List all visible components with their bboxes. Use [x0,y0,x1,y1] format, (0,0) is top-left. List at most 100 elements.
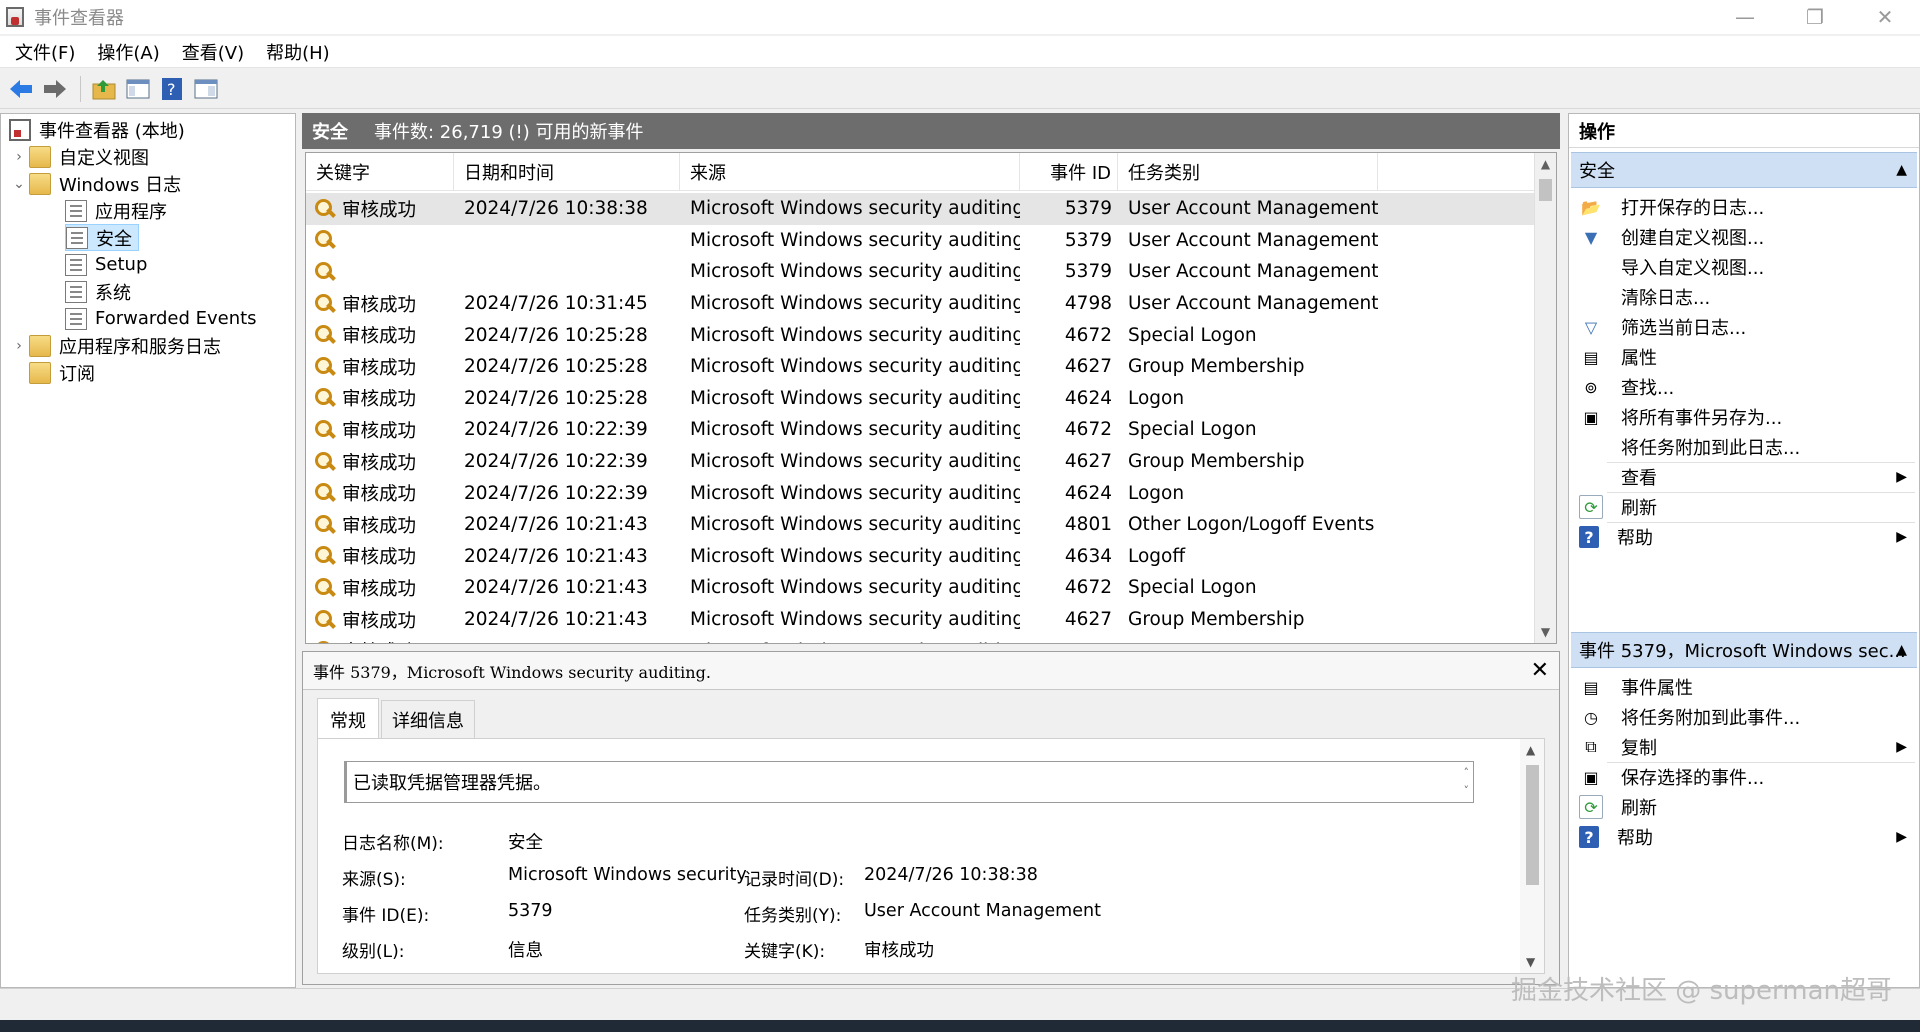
action-item[interactable]: ⟳ 刷新 [1571,490,1917,524]
copy-icon: ⧉ [1585,737,1597,756]
cell-keyword-text: 审核成功 [342,547,417,569]
scroll-up-icon[interactable]: ▲ [1526,743,1535,757]
tree-item-custom-views[interactable]: › 自定义视图 [9,143,149,170]
tree-item-app-service-logs[interactable]: › 应用程序和服务日志 [9,332,221,359]
action-item[interactable]: ▤ 事件属性 [1571,670,1917,704]
forward-arrow-icon[interactable] [40,74,70,104]
tree-item-root[interactable]: 事件查看器 (本地) [9,116,185,143]
show-hide-action-pane-icon[interactable] [191,74,221,104]
show-hide-console-tree-icon[interactable] [123,74,153,104]
action-item[interactable]: ▼ 创建自定义视图... [1571,220,1917,254]
tree-item-system[interactable]: 系统 [65,278,131,305]
scroll-thumb[interactable] [1526,765,1539,885]
action-item[interactable]: ◷ 将任务附加到此事件... [1571,700,1917,734]
action-item[interactable]: 📂 打开保存的日志... [1571,190,1917,224]
table-row[interactable]: 审核成功2024/7/26 10:21:43Microsoft Windows … [306,604,1536,636]
table-row[interactable]: 审核成功2024/7/26 10:21:43Microsoft Windows … [306,541,1536,573]
action-item[interactable]: 将任务附加到此日志... [1571,430,1917,464]
action-item[interactable]: ⊚ 查找... [1571,370,1917,404]
cell-event-id: 4801 [1064,514,1112,536]
restore-button[interactable]: ❐ [1780,0,1850,34]
cell-source: Microsoft Windows security auditing. [690,261,1020,283]
tree-item-windows-logs[interactable]: ⌄ Windows 日志 [9,170,181,197]
actions-section-event[interactable]: 事件 5379，Microsoft Windows sec... ▲ [1571,632,1917,668]
action-item[interactable]: ▣ 将所有事件另存为... [1571,400,1917,434]
action-item[interactable]: ▽ 筛选当前日志... [1571,310,1917,344]
audit-key-icon [314,640,336,643]
action-item[interactable]: 查看 ▶ [1571,460,1917,494]
table-row[interactable]: 审核成功 2024/7/26 10:31:45 Microsoft Windows … [306,288,1536,320]
table-row[interactable]: 审核成功2024/7/26 10:21:43Microsoft Windows … [306,635,1536,643]
event-description[interactable]: 已读取凭据管理器凭据。 ˄ ˅ [344,761,1474,803]
menu-view[interactable]: 查看(V) [171,39,255,65]
tree-label-system: 系统 [95,282,131,304]
refresh-icon: ⟳ [1579,795,1603,819]
chevron-right-icon[interactable]: › [9,338,29,354]
action-label: 将所有事件另存为... [1621,408,1783,429]
close-icon[interactable]: ✕ [1531,658,1549,683]
tree-item-subscriptions[interactable]: 订阅 [29,359,95,386]
column-header-source[interactable]: 来源 [680,153,1020,191]
action-item[interactable]: 清除日志... [1571,280,1917,314]
column-header-task-category[interactable]: 任务类别 [1118,153,1378,191]
action-label: 复制 [1621,738,1657,759]
description-scroll-icon[interactable]: ˄ ˅ [1464,764,1470,800]
close-window-button[interactable]: ✕ [1850,0,1920,34]
help-icon[interactable]: ? [157,74,187,104]
cell-keyword: 审核成功 [306,196,454,222]
column-header-event-id[interactable]: 事件 ID [1020,153,1118,191]
action-item[interactable]: ▤ 属性 [1571,340,1917,374]
menu-file[interactable]: 文件(F) [4,39,86,65]
action-item[interactable]: ▣ 保存选择的事件... [1571,760,1917,794]
table-row[interactable]: 审核成功 2024/7/26 10:38:38 Microsoft Windows … [306,193,1536,225]
action-label: 属性 [1621,348,1657,369]
menu-action[interactable]: 操作(A) [86,39,170,65]
table-row[interactable]: Microsoft Windows security auditing. 5379… [306,225,1536,257]
tree-item-forwarded-events[interactable]: Forwarded Events [65,305,257,332]
detail-scrollbar[interactable]: ▲ ▼ [1520,739,1544,973]
scroll-up-icon[interactable]: ▲ [1535,153,1556,175]
events-scrollbar[interactable]: ▲ ▼ [1534,153,1556,643]
chevron-down-icon[interactable]: ⌄ [9,176,29,192]
table-row[interactable]: Microsoft Windows security auditing. 5379… [306,256,1536,288]
tab-general[interactable]: 常规 [317,698,379,741]
scroll-down-icon[interactable]: ▼ [1526,955,1535,969]
action-item[interactable]: ? 帮助 ▶ [1571,820,1917,854]
title-bar: 事件查看器 — ❐ ✕ [0,0,1920,34]
tab-details[interactable]: 详细信息 [381,700,475,741]
collapse-icon[interactable]: ▲ [1896,642,1907,658]
menu-help[interactable]: 帮助(H) [255,39,341,65]
table-row[interactable]: 审核成功 2024/7/26 10:25:28 Microsoft Windows … [306,351,1536,383]
help-icon: ? [1579,526,1599,548]
cell-source: Microsoft Windows security auditing. [690,324,1020,346]
action-item[interactable]: ⟳ 刷新 [1571,790,1917,824]
action-label: 查找... [1621,378,1675,399]
scroll-thumb[interactable] [1539,179,1552,201]
cell-keyword-text: 审核成功 [342,638,416,643]
collapse-icon[interactable]: ▲ [1896,162,1907,178]
column-header-date[interactable]: 日期和时间 [454,153,680,191]
column-header-keywords[interactable]: 关键字 [306,153,454,191]
cell-keyword: 审核成功 [306,449,454,475]
action-item[interactable]: ⧉ 复制 ▶ [1571,730,1917,764]
table-row[interactable]: 审核成功 2024/7/26 10:22:39 Microsoft Windows … [306,477,1536,509]
actions-section-security[interactable]: 安全 ▲ [1571,152,1917,188]
up-folder-icon[interactable] [89,74,119,104]
tree-item-application[interactable]: 应用程序 [65,197,167,224]
tree-item-setup[interactable]: Setup [65,251,147,278]
action-item[interactable]: ? 帮助 ▶ [1571,520,1917,554]
table-row[interactable]: 审核成功2024/7/26 10:21:43Microsoft Windows … [306,509,1536,541]
table-row[interactable]: 审核成功 2024/7/26 10:25:28 Microsoft Windows … [306,383,1536,415]
back-arrow-icon[interactable] [6,74,36,104]
chevron-right-icon[interactable]: › [9,149,29,165]
action-item[interactable]: 导入自定义视图... [1571,250,1917,284]
table-row[interactable]: 审核成功 2024/7/26 10:25:28 Microsoft Windows … [306,319,1536,351]
table-row[interactable]: 审核成功 2024/7/26 10:22:39 Microsoft Windows … [306,446,1536,478]
table-row[interactable]: 审核成功2024/7/26 10:21:43Microsoft Windows … [306,572,1536,604]
minimize-button[interactable]: — [1710,0,1780,34]
cell-task-category: Special Logon [1128,419,1257,441]
cell-keyword-text: 审核成功 [342,357,417,379]
scroll-down-icon[interactable]: ▼ [1535,621,1556,643]
tree-item-security[interactable]: 安全 [65,224,139,251]
table-row[interactable]: 审核成功 2024/7/26 10:22:39 Microsoft Windows … [306,414,1536,446]
